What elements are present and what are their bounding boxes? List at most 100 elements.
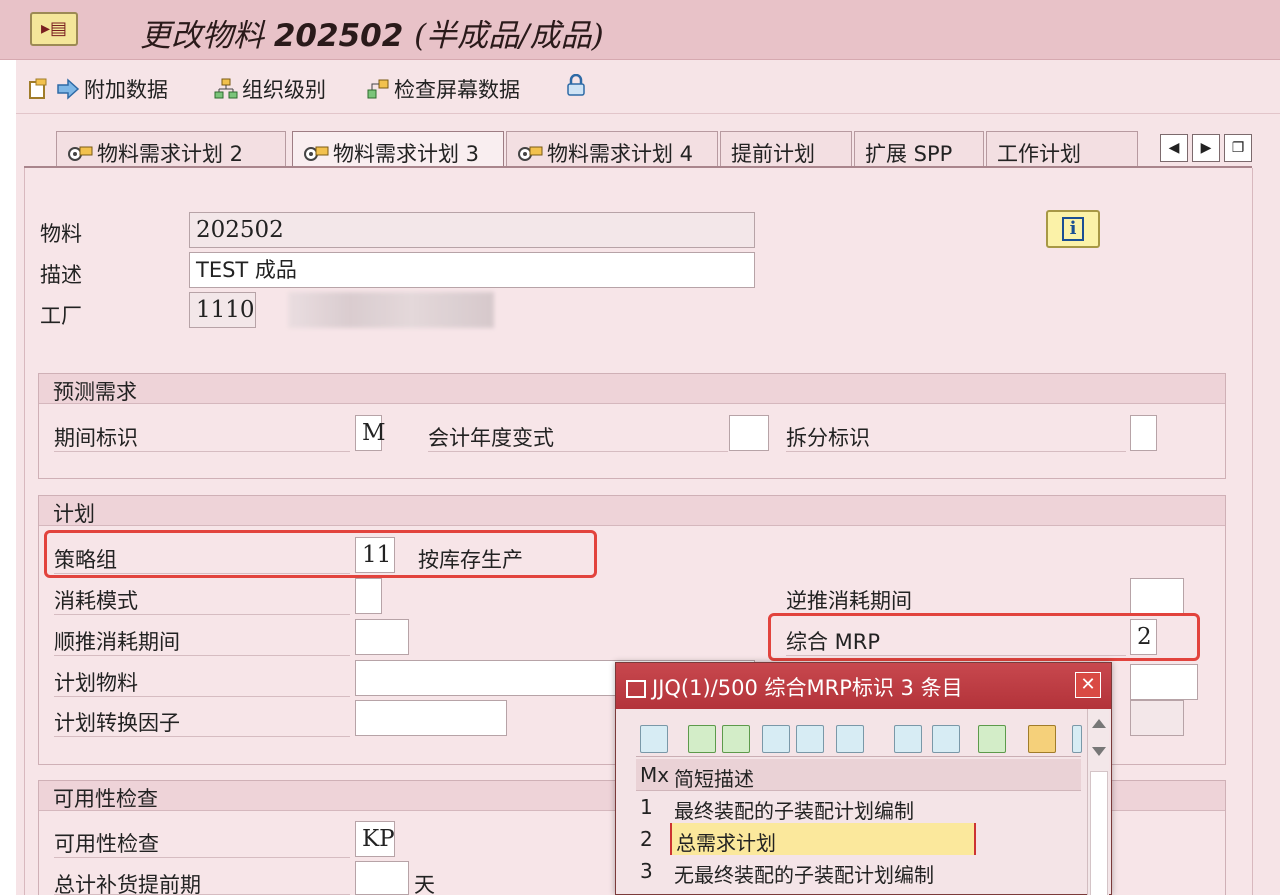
planning-version-field[interactable] [1130, 700, 1184, 736]
replenishment-lead-time-field[interactable] [355, 861, 409, 895]
period-indicator-label: 期间标识 [54, 422, 350, 452]
split-indicator-field[interactable] [1130, 415, 1157, 451]
layout-grid-icon[interactable] [1028, 725, 1056, 753]
row-description: 总需求计划 [670, 823, 976, 855]
tab-mrp3[interactable]: 物料需求计划 3 [292, 131, 504, 167]
left-margin [0, 60, 16, 895]
column-header-description: 简短描述 [674, 767, 754, 791]
tab-spp[interactable]: 扩展 SPP [854, 131, 984, 167]
tab-scroll-left-button[interactable]: ◀ [1160, 134, 1188, 162]
replenishment-lead-time-label: 总计补货提前期 [54, 869, 350, 895]
planning-plant-field[interactable] [1130, 664, 1198, 700]
mixed-mrp-value-help-dialog: JJQ(1)/500 综合MRP标识 3 条目 ✕ Mx 简短描述 1 最终装配… [615, 662, 1112, 895]
sort-descending-icon[interactable] [722, 725, 750, 753]
tab-forecast[interactable]: 提前计划 [720, 131, 852, 167]
row-key: 3 [640, 859, 653, 883]
binoculars-icon[interactable] [762, 725, 790, 753]
find-next-icon[interactable] [796, 725, 824, 753]
application-toolbar: 附加数据 组织级别 检查屏幕数据 [16, 60, 1280, 114]
description-label: 描述 [40, 263, 82, 287]
row-key: 2 [640, 827, 653, 851]
tab-label: 物料需求计划 4 [547, 142, 694, 166]
backward-period-field[interactable] [1130, 578, 1184, 614]
dialog-title: JJQ(1)/500 综合MRP标识 3 条目 [652, 676, 963, 700]
find-icon[interactable] [640, 725, 668, 753]
org-levels-label: 组织级别 [242, 78, 326, 102]
dialog-title-bar: JJQ(1)/500 综合MRP标识 3 条目 ✕ [616, 663, 1111, 709]
lead-time-unit: 天 [414, 873, 435, 895]
conversion-factor-label: 计划转换因子 [54, 707, 350, 737]
lock-button[interactable] [564, 74, 592, 96]
system-menu-icon[interactable]: ▸▤ [30, 12, 78, 46]
split-indicator-label: 拆分标识 [786, 422, 1126, 452]
forecast-group-title: 预测需求 [39, 374, 1225, 404]
arrow-right-icon [57, 78, 80, 100]
tab-work-scheduling[interactable]: 工作计划 [986, 131, 1138, 167]
table-row-selected[interactable]: 2 总需求计划 [636, 823, 1081, 855]
more-icon[interactable] [1072, 725, 1082, 753]
sort-ascending-icon[interactable] [688, 725, 716, 753]
tab-status-icon [68, 146, 93, 161]
highlight-strategy-group [44, 530, 597, 578]
row-key: 1 [640, 795, 653, 819]
forward-period-label: 顺推消耗期间 [54, 626, 350, 656]
tab-list-button[interactable]: ❐ [1224, 134, 1252, 162]
tab-label: 物料需求计划 3 [333, 142, 480, 166]
org-structure-icon [214, 78, 238, 99]
page-title: 更改物料 202502 (半成品/成品) [140, 18, 604, 54]
plant-label: 工厂 [40, 304, 82, 328]
tab-mrp2[interactable]: 物料需求计划 2 [56, 131, 286, 167]
backward-period-label: 逆推消耗期间 [786, 585, 1126, 615]
table-header: Mx 简短描述 [636, 759, 1081, 791]
scroll-down-icon[interactable] [1092, 747, 1106, 756]
check-screen-data-button[interactable]: 检查屏幕数据 [366, 74, 520, 104]
material-field[interactable]: 202502 [189, 212, 755, 248]
column-header-key: Mx [640, 763, 670, 787]
dialog-scrollbar[interactable] [1087, 709, 1109, 895]
new-document-icon [29, 78, 47, 99]
highlight-mixed-mrp [768, 613, 1200, 661]
table-row[interactable]: 1 最终装配的子装配计划编制 [636, 791, 1081, 823]
views-icon[interactable] [932, 725, 960, 753]
tab-label: 扩展 SPP [865, 142, 953, 166]
availability-check-field[interactable]: KP [355, 821, 395, 857]
print-icon[interactable] [894, 725, 922, 753]
org-levels-button[interactable]: 组织级别 [214, 74, 326, 104]
row-description: 最终装配的子装配计划编制 [674, 799, 914, 823]
table-row[interactable]: 3 无最终装配的子装配计划编制 [636, 855, 1081, 887]
additional-data-label: 附加数据 [84, 78, 168, 102]
availability-check-label: 可用性检查 [54, 828, 350, 858]
tab-mrp4[interactable]: 物料需求计划 4 [506, 131, 718, 167]
info-icon: i [1062, 217, 1084, 241]
material-label: 物料 [40, 222, 82, 246]
tab-status-icon [518, 146, 543, 161]
redacted-plant-name [288, 292, 494, 328]
plant-field[interactable]: 1110 [189, 292, 256, 328]
consumption-mode-field[interactable] [355, 578, 382, 614]
planning-group-title: 计划 [39, 496, 1225, 526]
additional-data-button[interactable]: 附加数据 [28, 74, 168, 104]
fiscal-variant-label: 会计年度变式 [428, 422, 728, 452]
tab-label: 物料需求计划 2 [97, 142, 244, 166]
dialog-toolbar [636, 723, 1082, 757]
export-icon[interactable] [978, 725, 1006, 753]
row-description: 无最终装配的子装配计划编制 [674, 863, 934, 887]
check-structure-icon [367, 79, 389, 99]
consumption-mode-label: 消耗模式 [54, 585, 350, 615]
scroll-up-icon[interactable] [1092, 719, 1106, 728]
filter-icon[interactable] [836, 725, 864, 753]
forward-period-field[interactable] [355, 619, 409, 655]
planning-material-label: 计划物料 [54, 667, 350, 697]
scrollbar-thumb[interactable] [1090, 771, 1108, 895]
fiscal-variant-field[interactable] [729, 415, 769, 451]
tab-label: 提前计划 [731, 142, 815, 166]
period-indicator-field[interactable]: M [355, 415, 386, 451]
tab-scroll-right-button[interactable]: ▶ [1192, 134, 1220, 162]
lock-icon [567, 74, 585, 96]
tab-label: 工作计划 [997, 142, 1081, 166]
info-button[interactable]: i [1046, 210, 1100, 248]
conversion-factor-field[interactable] [355, 700, 507, 736]
dialog-close-button[interactable]: ✕ [1075, 672, 1101, 698]
description-field[interactable]: TEST 成品 [189, 252, 755, 288]
dialog-edit-icon [626, 680, 646, 698]
